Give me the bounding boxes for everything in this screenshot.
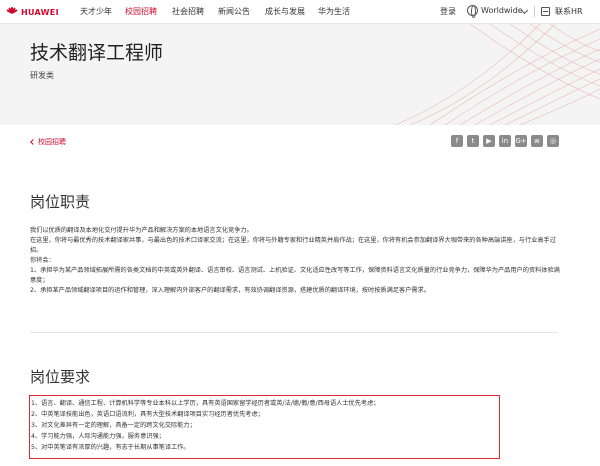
- nav-item-growth[interactable]: 成长与发展: [265, 6, 305, 17]
- facebook-icon[interactable]: f: [451, 135, 463, 147]
- job-category: 研发类: [30, 71, 54, 80]
- chevron-left-icon[interactable]: [30, 139, 36, 145]
- nav-item-huawei-life[interactable]: 华为生活: [318, 6, 350, 17]
- nav-item-genius-youth[interactable]: 天才少年: [80, 6, 112, 17]
- logo-text: HUAWEI: [21, 8, 59, 17]
- contact-hr-icon[interactable]: [541, 7, 550, 16]
- responsibility-paragraph: 2、承担某产品领域翻译项目的运作和管理，深入理解内外部客户的翻译需求，有效协调翻…: [30, 287, 430, 294]
- huawei-logo[interactable]: HUAWEI: [6, 6, 59, 19]
- nav-divider: [534, 6, 535, 17]
- responsibility-paragraph: 1、承担华为某产品领域拓展所需的各类文档的中英或英外翻译、语言审校、语言测试、上…: [30, 267, 560, 284]
- back-link[interactable]: 校园招聘: [38, 137, 66, 147]
- google-plus-icon[interactable]: G+: [515, 135, 527, 147]
- linkedin-icon[interactable]: in: [499, 135, 511, 147]
- responsibility-paragraph: 我们以优质的翻译及本地化交付提升华为产品和解决方案的本地语言文化竞争力。: [30, 227, 253, 234]
- requirement-item: 3、对文化差异有一定的理解，具备一定的跨文化交际能力；: [31, 422, 196, 429]
- top-navigation: HUAWEI 天才少年 校园招聘 社会招聘 新闻公告 成长与发展 华为生活 登录…: [0, 0, 600, 24]
- weibo-icon[interactable]: w: [531, 135, 543, 147]
- requirement-item: 2、中英笔译技能出色，英语口语流利，具有大型技术翻译项目实习经历者优先考虑；: [31, 411, 264, 418]
- section-divider: [30, 332, 558, 333]
- requirements-title: 岗位要求: [30, 368, 91, 386]
- login-link[interactable]: 登录: [440, 6, 456, 17]
- responsibilities-text: 我们以优质的翻译及本地化交付提升华为产品和解决方案的本地语言文化竞争力。 在这里…: [30, 226, 565, 296]
- twitter-icon[interactable]: t: [467, 135, 479, 147]
- nav-item-social-recruitment[interactable]: 社会招聘: [172, 6, 204, 17]
- huawei-logo-icon: [6, 6, 18, 19]
- requirement-item: 4、学习能力强，人际沟通能力强，服务意识强；: [31, 433, 165, 440]
- responsibility-paragraph: 你将会：: [30, 257, 55, 264]
- nav-item-news[interactable]: 新闻公告: [218, 6, 250, 17]
- contact-hr-link[interactable]: 联系HR: [555, 6, 583, 17]
- requirement-item: 1、语言、翻译、通信工程、计算机科学等专业本科以上学历，具有英语国家留学经历者或…: [31, 400, 380, 407]
- page-title: 技术翻译工程师: [30, 42, 164, 64]
- youtube-icon[interactable]: ▶: [483, 135, 495, 147]
- globe-icon[interactable]: [467, 5, 478, 18]
- responsibility-paragraph: 在这里，你将与最优秀的技术翻译家共事，与最出色的技术口译家交流；在这里，你将与外…: [30, 237, 556, 254]
- nav-item-campus-recruitment[interactable]: 校园招聘: [125, 6, 157, 17]
- responsibilities-title: 岗位职责: [30, 193, 91, 211]
- region-selector[interactable]: Worldwide: [481, 6, 523, 15]
- job-banner: 技术翻译工程师 研发类: [0, 24, 600, 125]
- requirement-item: 5、对中英笔译有浓厚的兴趣，有志于长期从事笔译工作。: [31, 444, 190, 451]
- wechat-icon[interactable]: ◎: [547, 135, 559, 147]
